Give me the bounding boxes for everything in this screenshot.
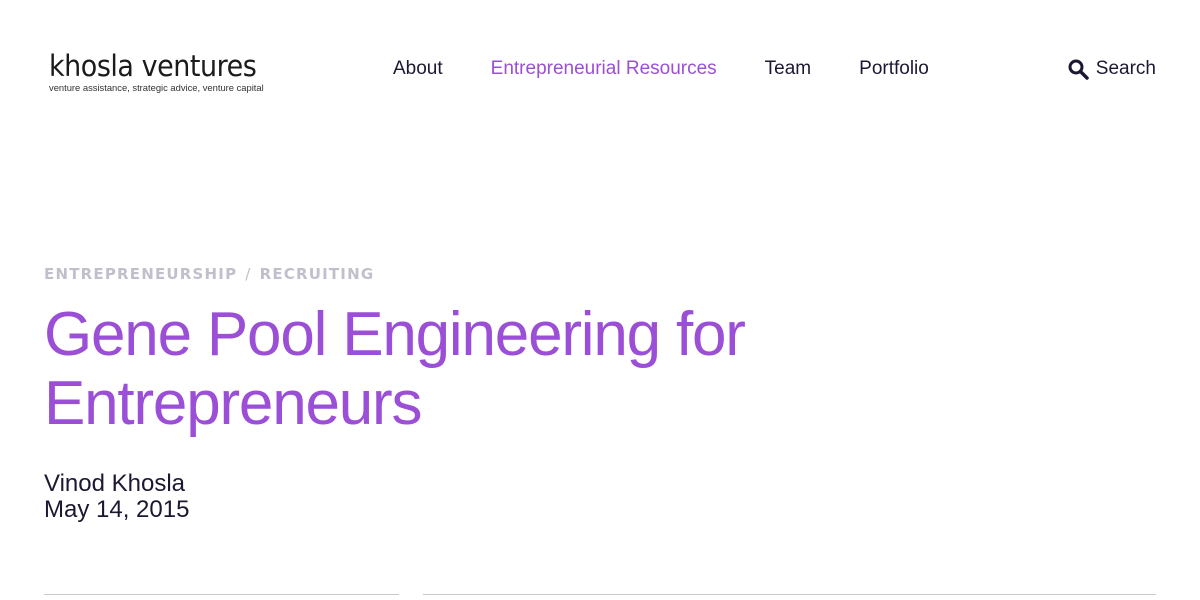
nav-item-entrepreneurial-resources[interactable]: Entrepreneurial Resources [491, 58, 717, 80]
article-title: Gene Pool Engineering for Entrepreneurs [44, 300, 746, 438]
article-categories: ENTREPRENEURSHIP / RECRUITING [44, 265, 374, 283]
category-separator: / [245, 265, 252, 283]
logo-tagline: venture assistance, strategic advice, ve… [49, 82, 264, 93]
category-entrepreneurship[interactable]: ENTREPRENEURSHIP [44, 265, 237, 283]
nav-item-about[interactable]: About [393, 58, 443, 80]
divider-left [44, 594, 399, 595]
main-nav: About Entrepreneurial Resources Team Por… [393, 58, 929, 80]
article-date: May 14, 2015 [44, 496, 190, 523]
search-icon [1068, 59, 1089, 80]
nav-item-portfolio[interactable]: Portfolio [859, 58, 929, 80]
search-button[interactable]: Search [1068, 58, 1156, 80]
nav-item-team[interactable]: Team [765, 58, 811, 80]
divider-right [423, 594, 1156, 595]
page: khosla ventures venture assistance, stra… [0, 0, 1200, 600]
category-recruiting[interactable]: RECRUITING [260, 265, 375, 283]
logo-wordmark: khosla ventures [49, 49, 257, 83]
search-label: Search [1095, 58, 1156, 79]
article-author: Vinod Khosla [44, 470, 185, 497]
logo[interactable]: khosla ventures venture assistance, stra… [49, 50, 279, 93]
